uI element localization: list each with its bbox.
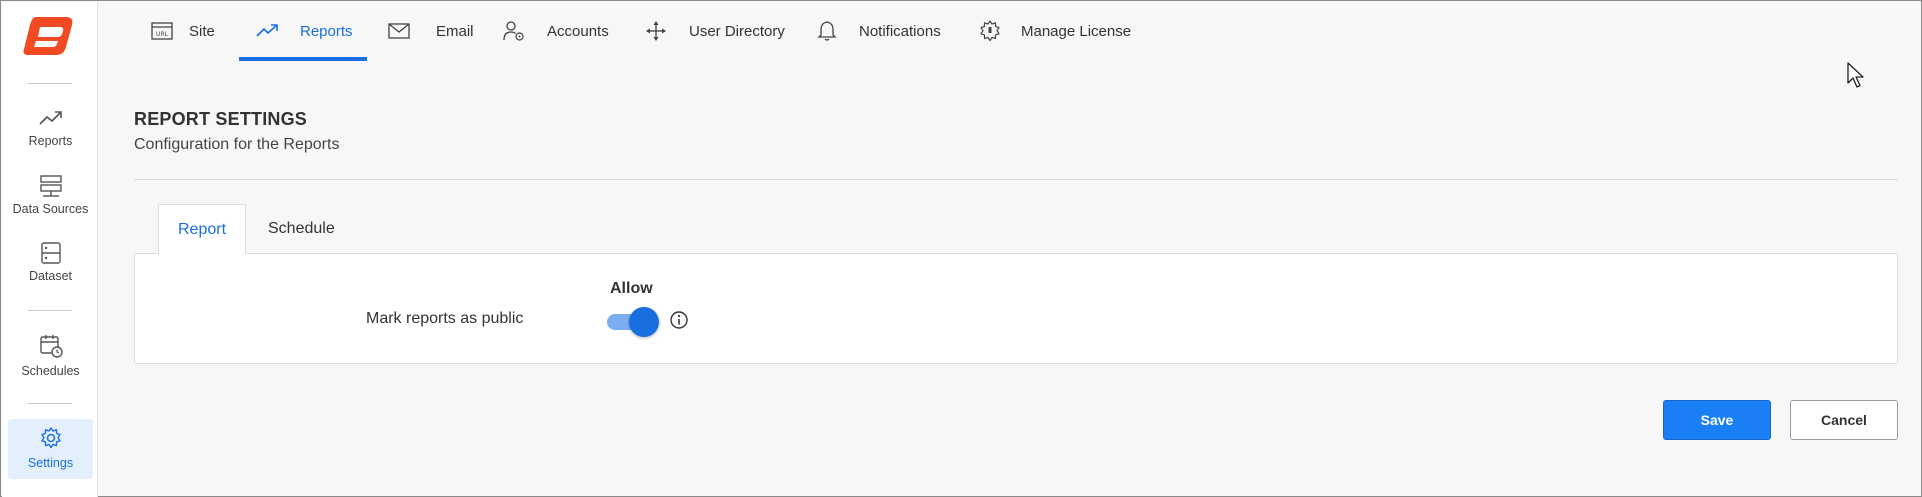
active-tab-indicator: [239, 57, 367, 61]
allow-column-header: Allow: [610, 280, 653, 297]
info-icon[interactable]: [669, 310, 689, 330]
bell-icon: [817, 21, 837, 41]
mouse-cursor-icon: [1847, 62, 1864, 88]
tab-label: User Directory: [689, 22, 785, 40]
directory-icon: [646, 21, 666, 41]
tab-schedule[interactable]: Schedule: [249, 204, 354, 253]
sidebar-item-data-sources[interactable]: Data Sources: [8, 168, 93, 228]
server-icon: [39, 175, 62, 197]
toggle-knob: [629, 307, 659, 337]
sidebar-divider: [28, 83, 72, 84]
mark-public-toggle[interactable]: [605, 307, 661, 337]
tab-label: Report: [178, 220, 227, 238]
tab-label: Manage License: [1021, 22, 1132, 40]
page-subtitle: Configuration for the Reports: [134, 136, 340, 153]
sidebar-item-label: Reports: [28, 134, 73, 148]
mark-public-label: Mark reports as public: [366, 310, 524, 327]
tab-label: Site: [189, 22, 215, 40]
sidebar-item-settings[interactable]: Settings: [8, 419, 93, 479]
tab-label: Schedule: [268, 219, 335, 237]
tab-manage-license[interactable]: Manage License: [979, 1, 1131, 61]
sidebar-item-label: Data Sources: [12, 202, 89, 216]
dataset-icon: [40, 242, 61, 264]
tab-label: Email: [436, 22, 474, 40]
url-icon: URL: [151, 22, 173, 40]
license-gear-icon: [980, 20, 1000, 42]
app-window: Reports Data Sources Dataset Schedules S…: [0, 0, 1922, 497]
sidebar-item-schedules[interactable]: Schedules: [8, 327, 93, 387]
sidebar-divider: [28, 403, 72, 404]
tab-label: Accounts: [547, 22, 609, 40]
cancel-button[interactable]: Cancel: [1790, 400, 1898, 440]
trending-up-icon: [38, 111, 62, 125]
sidebar-item-label: Schedules: [21, 364, 80, 378]
sidebar-item-label: Dataset: [28, 269, 73, 283]
tab-user-directory[interactable]: User Directory: [645, 1, 785, 61]
svg-text:URL: URL: [156, 31, 169, 38]
sidebar-item-dataset[interactable]: Dataset: [8, 235, 93, 295]
page-title: REPORT SETTINGS: [134, 109, 308, 129]
envelope-icon: [388, 23, 410, 39]
tab-email[interactable]: Email: [388, 1, 474, 61]
tab-label: Reports: [300, 22, 353, 40]
tab-notifications[interactable]: Notifications: [817, 1, 941, 61]
sidebar-divider: [28, 310, 72, 311]
gear-icon: [40, 427, 61, 449]
sidebar-item-reports[interactable]: Reports: [8, 102, 93, 162]
sidebar-item-label: Settings: [27, 456, 74, 470]
tab-label: Notifications: [859, 22, 941, 40]
sidebar: Reports Data Sources Dataset Schedules S…: [2, 2, 98, 497]
user-gear-icon: [503, 21, 524, 41]
tab-reports[interactable]: Reports: [256, 1, 353, 61]
tab-site[interactable]: URL Site: [151, 1, 215, 61]
tab-report[interactable]: Report: [158, 204, 247, 254]
header-divider: [134, 179, 1898, 180]
trending-up-icon: [256, 24, 278, 37]
save-button[interactable]: Save: [1663, 400, 1771, 440]
app-logo[interactable]: [22, 13, 78, 59]
tab-accounts[interactable]: Accounts: [503, 1, 609, 61]
calendar-clock-icon: [39, 335, 63, 358]
report-settings-panel: Mark reports as public Allow: [134, 253, 1898, 364]
